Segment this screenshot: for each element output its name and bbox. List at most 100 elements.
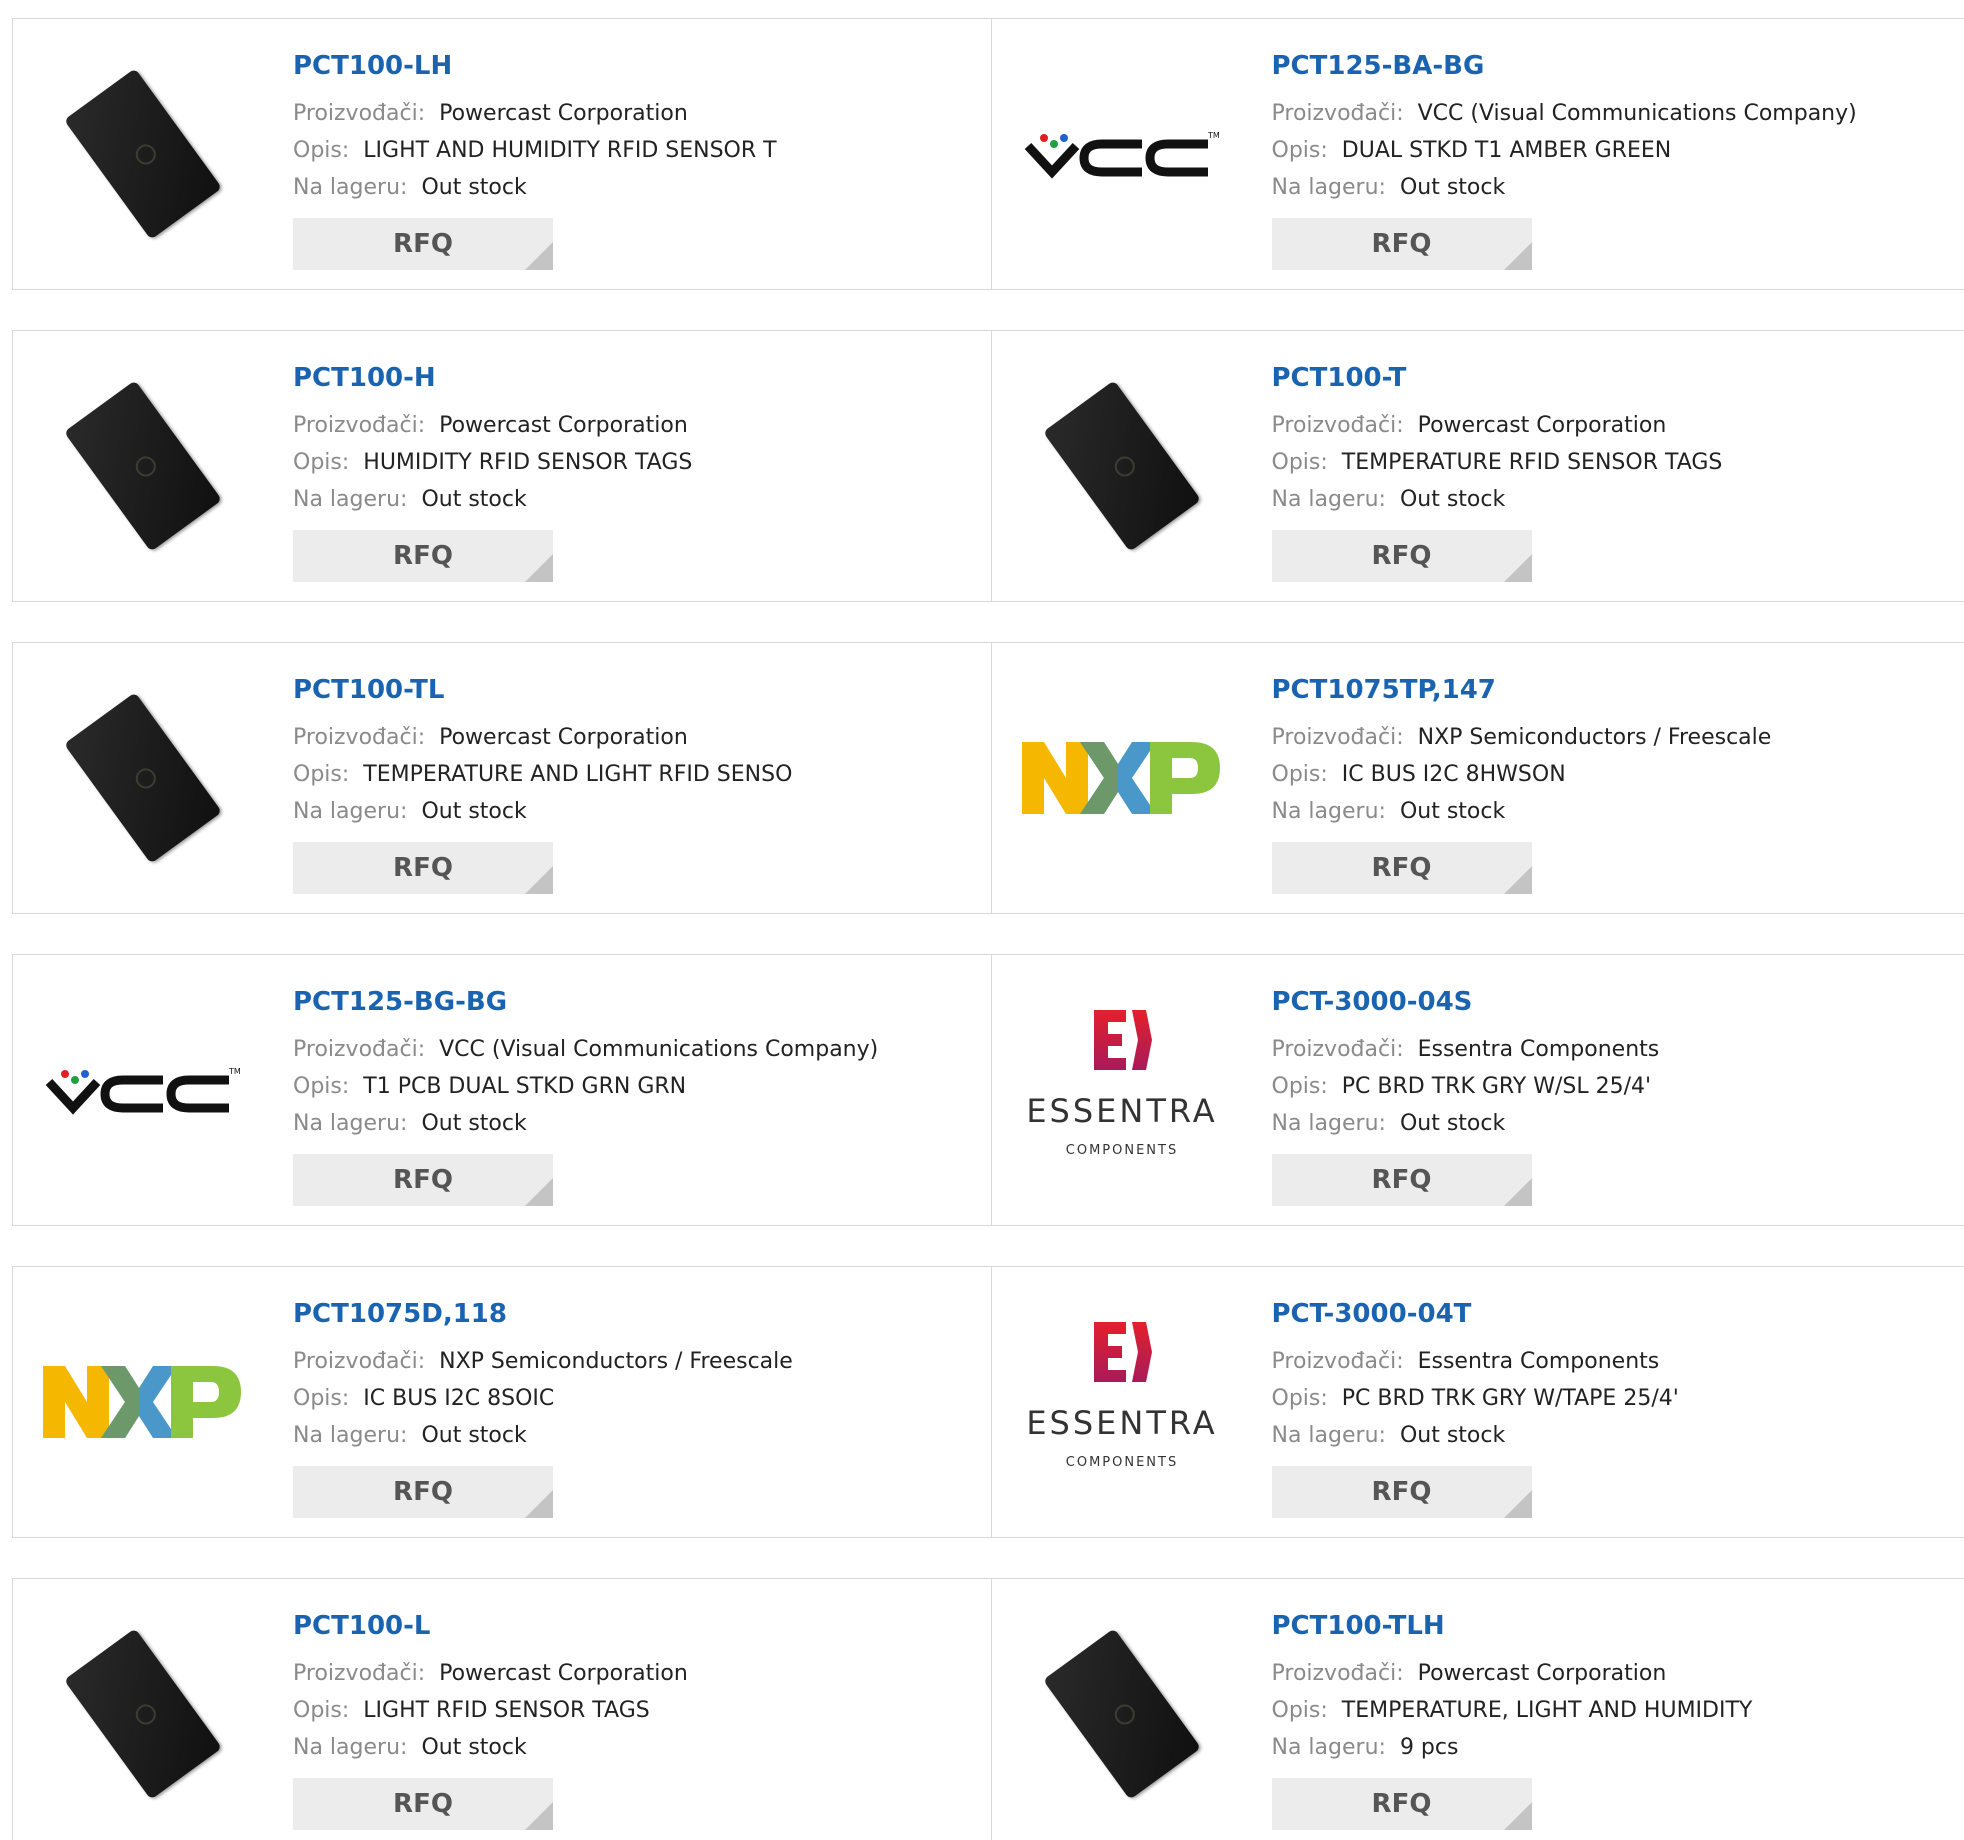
product-image[interactable]: TM: [43, 995, 243, 1185]
product-card: PCT100-T Proizvođači: Powercast Corporatio…: [990, 331, 1964, 601]
rfq-button-label: RFQ: [393, 229, 453, 259]
stock-value: Out stock: [421, 1423, 527, 1448]
product-card: PCT100-H Proizvođači: Powercast Corporatio…: [13, 331, 991, 601]
rfq-button[interactable]: RFQ: [293, 1466, 553, 1518]
rfq-button[interactable]: RFQ: [1271, 218, 1532, 270]
rfq-button[interactable]: RFQ: [293, 530, 553, 582]
product-info: PCT100-T Proizvođači: Powercast Corporatio…: [1271, 361, 1955, 582]
manufacturer-value: NXP Semiconductors / Freescale: [1417, 725, 1772, 750]
product-image[interactable]: [43, 683, 243, 873]
description-line: Opis: DUAL STKD T1 AMBER GREEN: [1272, 132, 1955, 169]
rfid-tag-image: [63, 68, 223, 240]
product-info: PCT125-BA-BG Proizvođači: VCC (Visual Comm…: [1271, 49, 1955, 270]
rfq-button[interactable]: RFQ: [1271, 1154, 1532, 1206]
corner-triangle-icon: [1503, 1490, 1532, 1518]
rfq-button[interactable]: RFQ: [1271, 842, 1532, 894]
product-title-link[interactable]: PCT-3000-04S: [1272, 985, 1955, 1019]
vcc-logo: TM: [45, 1067, 241, 1115]
description-label: Opis:: [1271, 450, 1328, 475]
product-grid: PCT100-LH Proizvođači: Powercast Corporati…: [0, 0, 1964, 1840]
product-row: PCT100-H Proizvođači: Powercast Corporatio…: [12, 330, 1964, 602]
product-title-link[interactable]: PCT125-BG-BG: [293, 985, 981, 1019]
manufacturer-label: Proizvođači:: [1271, 101, 1404, 126]
manufacturer-value: Essentra Components: [1417, 1037, 1660, 1062]
rfq-button[interactable]: RFQ: [1271, 1778, 1532, 1830]
product-row: PCT1075D,118 Proizvođači: NXP Semiconducto…: [12, 1266, 1964, 1538]
rfid-tag-image: [1042, 1628, 1201, 1800]
description-value: IC BUS I2C 8SOIC: [363, 1386, 555, 1411]
corner-triangle-icon: [525, 1490, 553, 1518]
product-info: PCT100-TLH Proizvođači: Powercast Corporat…: [1271, 1609, 1955, 1830]
stock-line: Na lageru: Out stock: [293, 793, 981, 830]
product-info: PCT1075TP,147 Proizvođači: NXP Semiconduct…: [1271, 673, 1955, 894]
stock-value: Out stock: [1399, 1423, 1506, 1448]
rfq-button[interactable]: RFQ: [293, 1778, 553, 1830]
manufacturer-value: Powercast Corporation: [439, 413, 688, 438]
description-value: TEMPERATURE, LIGHT AND HUMIDITY: [1341, 1698, 1753, 1723]
rfq-button[interactable]: RFQ: [1271, 1466, 1532, 1518]
product-info: PCT1075D,118 Proizvođači: NXP Semiconducto…: [293, 1297, 981, 1518]
product-title-link[interactable]: PCT100-LH: [293, 49, 981, 83]
rfq-button[interactable]: RFQ: [1271, 530, 1532, 582]
description-line: Opis: T1 PCB DUAL STKD GRN GRN: [293, 1068, 981, 1105]
product-image[interactable]: [1022, 1619, 1222, 1809]
product-image[interactable]: ESSENTRA COMPONENTS: [1022, 1307, 1222, 1497]
stock-value: 9 pcs: [1399, 1735, 1459, 1760]
product-title-link[interactable]: PCT125-BA-BG: [1272, 49, 1955, 83]
description-value: LIGHT RFID SENSOR TAGS: [363, 1698, 650, 1723]
description-line: Opis: LIGHT AND HUMIDITY RFID SENSOR T: [293, 132, 981, 169]
product-title-link[interactable]: PCT100-T: [1272, 361, 1955, 395]
corner-triangle-icon: [1503, 554, 1532, 582]
stock-value: Out stock: [1399, 487, 1506, 512]
product-image[interactable]: ESSENTRA COMPONENTS: [1022, 995, 1222, 1185]
product-title-link[interactable]: PCT100-H: [293, 361, 981, 395]
product-image[interactable]: [43, 59, 243, 249]
manufacturer-value: Powercast Corporation: [1417, 1661, 1667, 1686]
product-title-link[interactable]: PCT1075TP,147: [1272, 673, 1955, 707]
product-row: PCT100-LH Proizvođači: Powercast Corporati…: [12, 18, 1964, 290]
rfid-tag-image: [1042, 380, 1201, 552]
product-title-link[interactable]: PCT100-L: [293, 1609, 981, 1643]
product-image[interactable]: [43, 371, 243, 561]
manufacturer-value: NXP Semiconductors / Freescale: [439, 1349, 793, 1374]
corner-triangle-icon: [525, 554, 553, 582]
product-card: PCT100-TLH Proizvođači: Powercast Corporat…: [990, 1579, 1964, 1840]
stock-label: Na lageru:: [1271, 1735, 1386, 1760]
stock-value: Out stock: [421, 799, 527, 824]
rfq-button-label: RFQ: [1371, 541, 1432, 571]
product-image[interactable]: TM: [1022, 59, 1222, 249]
product-title-link[interactable]: PCT1075D,118: [293, 1297, 981, 1331]
product-image[interactable]: [43, 1307, 243, 1497]
product-card: TM PCT125-BG-BG Proizvođači: VCC (Visual Co…: [13, 955, 991, 1225]
stock-label: Na lageru:: [1271, 175, 1386, 200]
rfq-button[interactable]: RFQ: [293, 842, 553, 894]
product-image[interactable]: [43, 1619, 243, 1809]
description-label: Opis:: [293, 762, 350, 787]
manufacturer-line: Proizvođači: Powercast Corporation: [293, 407, 981, 444]
rfq-button[interactable]: RFQ: [293, 1154, 553, 1206]
manufacturer-line: Proizvođači: Powercast Corporation: [1272, 407, 1955, 444]
manufacturer-line: Proizvođači: Powercast Corporation: [293, 1655, 981, 1692]
description-line: Opis: HUMIDITY RFID SENSOR TAGS: [293, 444, 981, 481]
manufacturer-line: Proizvođači: Essentra Components: [1272, 1343, 1955, 1380]
product-info: PCT-3000-04S Proizvođači: Essentra Compone…: [1271, 985, 1955, 1206]
stock-line: Na lageru: Out stock: [293, 169, 981, 206]
product-info: PCT100-H Proizvođači: Powercast Corporatio…: [293, 361, 981, 582]
corner-triangle-icon: [1503, 1178, 1532, 1206]
product-image[interactable]: [1021, 683, 1222, 873]
stock-line: Na lageru: Out stock: [1272, 1417, 1955, 1454]
product-title-link[interactable]: PCT100-TLH: [1272, 1609, 1955, 1643]
manufacturer-line: Proizvođači: VCC (Visual Communications C…: [1272, 95, 1955, 132]
manufacturer-label: Proizvođači:: [293, 1037, 426, 1062]
product-title-link[interactable]: PCT-3000-04T: [1272, 1297, 1955, 1331]
product-title-link[interactable]: PCT100-TL: [293, 673, 981, 707]
description-value: T1 PCB DUAL STKD GRN GRN: [363, 1074, 687, 1099]
rfq-button-label: RFQ: [1371, 853, 1432, 883]
description-label: Opis:: [293, 1074, 350, 1099]
stock-line: Na lageru: Out stock: [293, 1729, 981, 1766]
product-image[interactable]: [1022, 371, 1222, 561]
manufacturer-label: Proizvođači:: [293, 101, 426, 126]
description-value: DUAL STKD T1 AMBER GREEN: [1341, 138, 1672, 163]
description-line: Opis: TEMPERATURE, LIGHT AND HUMIDITY: [1272, 1692, 1955, 1729]
rfq-button[interactable]: RFQ: [293, 218, 553, 270]
